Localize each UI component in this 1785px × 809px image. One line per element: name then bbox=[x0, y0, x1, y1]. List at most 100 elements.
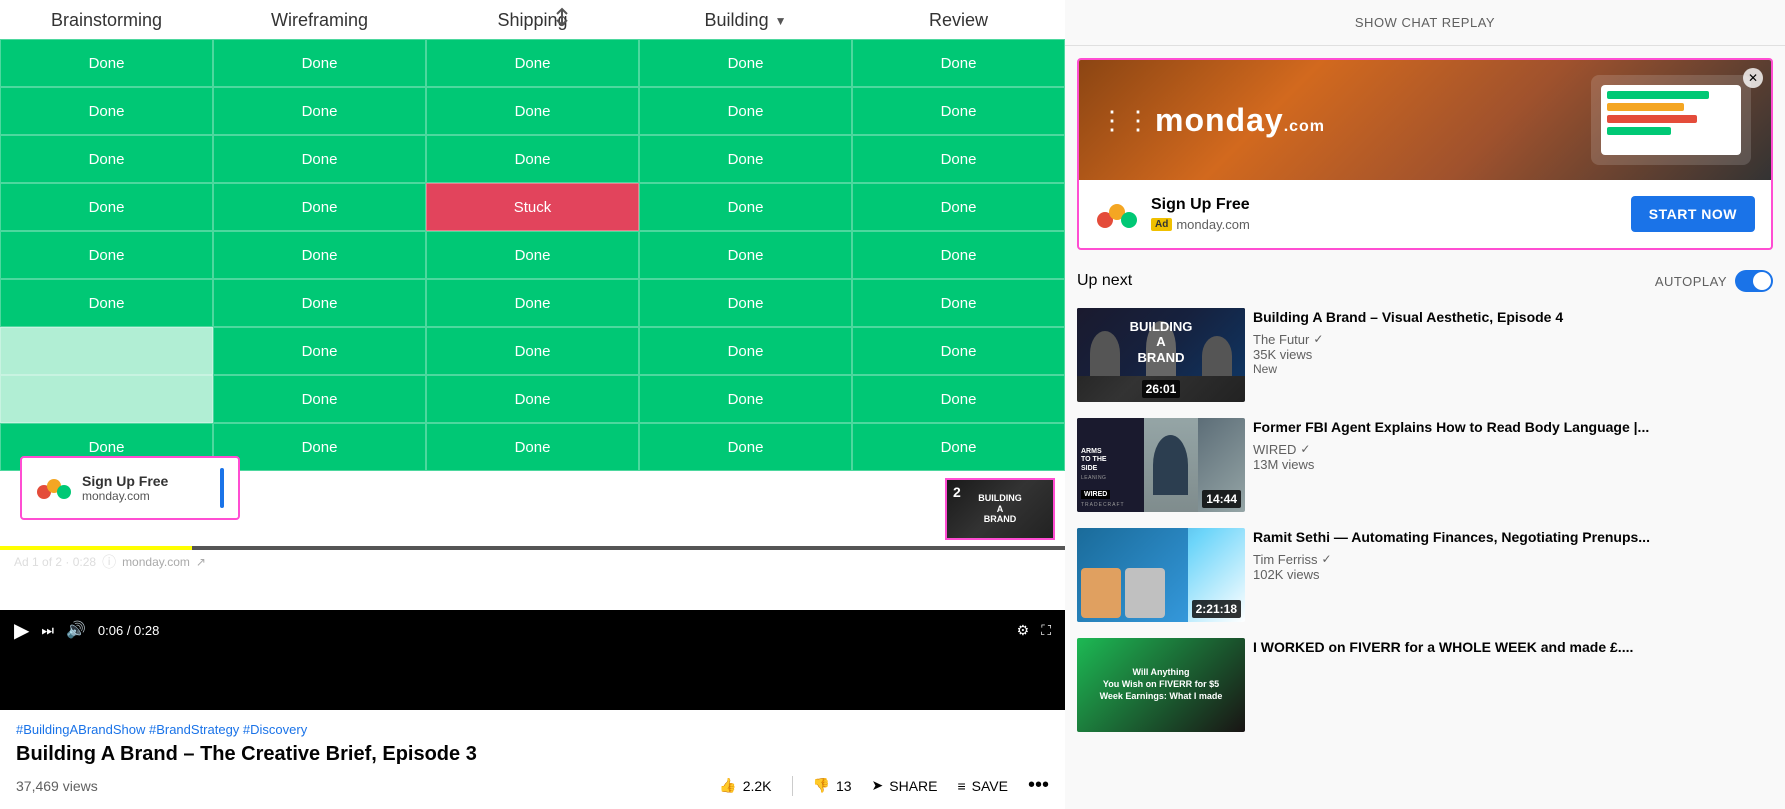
cell-done: Done bbox=[426, 327, 639, 375]
autoplay-label: AUTOPLAY bbox=[1655, 274, 1727, 289]
cell-done: Done bbox=[213, 279, 426, 327]
video-views: 102K views bbox=[1253, 567, 1773, 582]
cell-done: Done bbox=[639, 183, 852, 231]
building-dropdown-icon[interactable]: ▼ bbox=[775, 14, 787, 28]
share-button[interactable]: ➤ SHARE bbox=[872, 777, 938, 794]
table-row: Done Done Done Done Done bbox=[0, 279, 1065, 327]
cell-done: Done bbox=[0, 279, 213, 327]
video-info: Ramit Sethi — Automating Finances, Negot… bbox=[1253, 528, 1773, 622]
video-channel: The Futur ✓ bbox=[1253, 332, 1773, 347]
cell-done: Done bbox=[426, 87, 639, 135]
channel-name: WIRED bbox=[1253, 442, 1296, 457]
cell-done: Done bbox=[852, 375, 1065, 423]
save-button[interactable]: ≡ SAVE bbox=[958, 778, 1008, 794]
fullscreen-button[interactable]: ⛶ bbox=[1041, 622, 1051, 639]
ad-domain-text: monday.com bbox=[82, 489, 168, 503]
thumbnail-text: BUILDINGABRAND bbox=[978, 493, 1022, 525]
col-brainstorming-label: Brainstorming bbox=[51, 10, 162, 31]
close-ad-button[interactable]: ✕ bbox=[1743, 68, 1763, 88]
cell-done: Done bbox=[0, 231, 213, 279]
like-button[interactable]: 👍 2.2K bbox=[719, 777, 771, 794]
ad-panel-domain: monday.com bbox=[1176, 217, 1249, 232]
monday-logo-small bbox=[36, 470, 72, 506]
verified-icon: ✓ bbox=[1300, 442, 1310, 456]
time-display: 0:06 / 0:28 bbox=[98, 623, 1005, 638]
thumb-fiverr-content: Will AnythingYou Wish on FIVERR for $5We… bbox=[1077, 638, 1245, 732]
table-row: Done Done Done Done bbox=[0, 327, 1065, 375]
cell-done: Done bbox=[0, 39, 213, 87]
thumbnail-preview-overlay[interactable]: 2 BUILDINGABRAND bbox=[945, 478, 1055, 540]
ad-overlay-bottom-left[interactable]: Sign Up Free monday.com bbox=[20, 456, 240, 520]
list-item[interactable]: ARMSTO THESIDE LEANING WIRED TRADECRAFT … bbox=[1065, 410, 1785, 520]
video-item-title: Ramit Sethi — Automating Finances, Negot… bbox=[1253, 528, 1773, 548]
grid-body: Done Done Done Done Done Done Done Done … bbox=[0, 39, 1065, 471]
video-views: 35K views bbox=[1253, 347, 1773, 362]
dislike-button[interactable]: 👎 13 bbox=[813, 777, 852, 794]
video-duration: 14:44 bbox=[1202, 490, 1241, 508]
col-building[interactable]: Building ▼ bbox=[639, 10, 852, 31]
col-shipping: Shipping bbox=[426, 10, 639, 31]
tablet-mockup bbox=[1591, 75, 1751, 165]
verified-icon: ✓ bbox=[1313, 332, 1323, 346]
autoplay-toggle-knob bbox=[1753, 272, 1771, 290]
video-title: Building A Brand – The Creative Brief, E… bbox=[16, 743, 1049, 766]
cell-done: Done bbox=[213, 423, 426, 471]
more-options-button[interactable]: ••• bbox=[1028, 774, 1049, 797]
video-info: I WORKED on FIVERR for a WHOLE WEEK and … bbox=[1253, 638, 1773, 732]
volume-button[interactable]: 🔊 bbox=[66, 620, 86, 640]
monday-panel-logo bbox=[1095, 192, 1139, 236]
hashtags[interactable]: #BuildingABrandShow #BrandStrategy #Disc… bbox=[16, 722, 1049, 737]
ad-badge-row: Ad monday.com bbox=[1151, 217, 1250, 232]
cell-done: Done bbox=[213, 183, 426, 231]
thumb-building-text: BUILDINGABRAND bbox=[1130, 319, 1193, 366]
cell-done: Done bbox=[426, 231, 639, 279]
cell-done: Done bbox=[213, 87, 426, 135]
list-item[interactable]: 2:21:18 Ramit Sethi — Automating Finance… bbox=[1065, 520, 1785, 630]
up-next-label: Up next bbox=[1077, 272, 1132, 290]
ad-info-bar: Ad 1 of 2 · 0:28 ⓘ monday.com ↗ bbox=[14, 552, 206, 572]
video-item-title: I WORKED on FIVERR for a WHOLE WEEK and … bbox=[1253, 638, 1773, 658]
video-progress-bar[interactable] bbox=[0, 546, 1065, 550]
settings-button[interactable]: ⚙ bbox=[1017, 622, 1030, 639]
next-button[interactable]: ⏭ bbox=[41, 622, 54, 639]
like-count: 2.2K bbox=[743, 778, 772, 794]
cell-stuck: Stuck bbox=[426, 183, 639, 231]
cell-done: Done bbox=[852, 87, 1065, 135]
list-item[interactable]: Will AnythingYou Wish on FIVERR for $5We… bbox=[1065, 630, 1785, 740]
video-thumbnail-ramit: 2:21:18 bbox=[1077, 528, 1245, 622]
chat-replay-bar[interactable]: SHOW CHAT REPLAY bbox=[1065, 0, 1785, 46]
thumb-wired-text: ARMSTO THESIDE bbox=[1081, 448, 1140, 473]
thumb-ramit-content bbox=[1077, 528, 1188, 622]
cell-done: Done bbox=[639, 423, 852, 471]
col-review-label: Review bbox=[929, 10, 988, 31]
cell-done: Done bbox=[852, 39, 1065, 87]
ad-panel-image: ⋮⋮ monday.com ✕ bbox=[1079, 60, 1771, 180]
ad-panel[interactable]: ⋮⋮ monday.com ✕ bbox=[1077, 58, 1773, 250]
video-thumbnail-fiverr: Will AnythingYou Wish on FIVERR for $5We… bbox=[1077, 638, 1245, 732]
share-label: SHARE bbox=[889, 778, 937, 794]
cell-done: Done bbox=[639, 135, 852, 183]
list-item[interactable]: BUILDINGABRAND 26:01 Building A Brand – … bbox=[1065, 300, 1785, 410]
cell-done: Done bbox=[213, 375, 426, 423]
chat-replay-text[interactable]: SHOW CHAT REPLAY bbox=[1355, 15, 1495, 30]
sort-icon[interactable] bbox=[553, 6, 571, 31]
monday-wordmark: monday.com bbox=[1155, 102, 1325, 139]
video-info: Building A Brand – Visual Aesthetic, Epi… bbox=[1253, 308, 1773, 402]
thumb-down-icon: 👎 bbox=[813, 777, 830, 794]
thumb-wired-logo: WIRED bbox=[1081, 483, 1140, 501]
cell-done: Done bbox=[0, 183, 213, 231]
col-brainstorming: Brainstorming bbox=[0, 10, 213, 31]
right-sidebar: SHOW CHAT REPLAY ⋮⋮ monday.com bbox=[1065, 0, 1785, 809]
play-button[interactable]: ▶ bbox=[14, 618, 29, 643]
cell-empty bbox=[0, 375, 213, 423]
video-item-title: Building A Brand – Visual Aesthetic, Epi… bbox=[1253, 308, 1773, 328]
cell-done: Done bbox=[639, 87, 852, 135]
cell-done: Done bbox=[213, 135, 426, 183]
person2 bbox=[1125, 568, 1165, 618]
start-now-button[interactable]: START NOW bbox=[1631, 196, 1755, 232]
grid-header: Brainstorming Wireframing Shipping Build… bbox=[0, 0, 1065, 39]
ad-info-domain: monday.com bbox=[122, 555, 190, 569]
cell-done: Done bbox=[852, 279, 1065, 327]
wired-badge: WIRED bbox=[1081, 490, 1110, 499]
autoplay-toggle[interactable] bbox=[1735, 270, 1773, 292]
